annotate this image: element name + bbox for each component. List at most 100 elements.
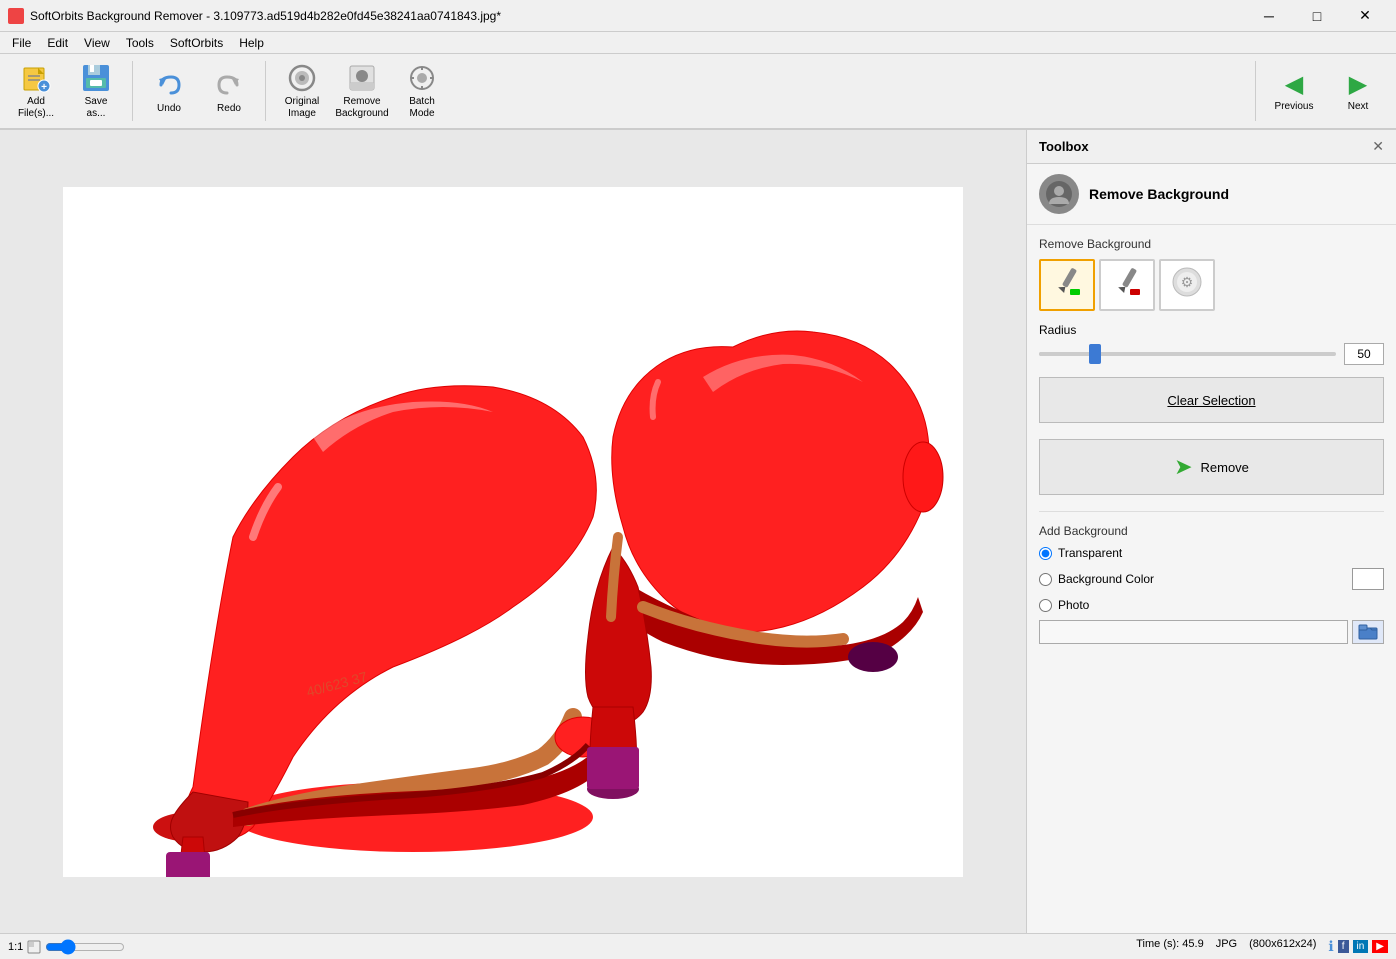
original-image-button[interactable]: OriginalImage	[274, 58, 330, 124]
undo-button[interactable]: Undo	[141, 58, 197, 124]
minimize-button[interactable]: ─	[1246, 0, 1292, 32]
remove-background-label: RemoveBackground	[335, 96, 388, 120]
save-as-label: Saveas...	[85, 96, 108, 120]
radius-slider-container	[1039, 344, 1336, 364]
toolbar: + AddFile(s)... Saveas... Undo	[0, 54, 1396, 130]
add-files-label: AddFile(s)...	[18, 96, 54, 120]
remove-bg-section-title: Remove Background	[1039, 237, 1384, 251]
youtube-icon[interactable]: ▶	[1372, 940, 1388, 953]
image-canvas: 40/623 37	[63, 187, 963, 877]
bg-color-radio[interactable]	[1039, 573, 1052, 586]
previous-icon: ◀	[1285, 70, 1303, 99]
batch-mode-button[interactable]: BatchMode	[394, 58, 450, 124]
remove-bg-header-icon	[1039, 174, 1079, 214]
toolbox-close-button[interactable]: ✕	[1372, 138, 1384, 155]
zoom-icon	[27, 940, 41, 954]
bgcolor-radio-row: Background Color	[1039, 568, 1384, 590]
status-info: Time (s): 45.9 JPG (800x612x24) ℹ f in ▶	[1136, 938, 1388, 955]
maximize-button[interactable]: □	[1294, 0, 1340, 32]
menu-edit[interactable]: Edit	[39, 34, 76, 52]
remove-tool-button[interactable]	[1099, 259, 1155, 311]
toolbox-panel: Toolbox ✕ Remove Background Remove Backg…	[1026, 130, 1396, 933]
remove-background-icon	[346, 62, 378, 94]
undo-label: Undo	[157, 103, 181, 114]
zoom-info: 1:1	[8, 940, 125, 954]
dimensions-label: (800x612x24)	[1249, 938, 1316, 955]
photo-browse-button[interactable]	[1352, 620, 1384, 644]
remove-button[interactable]: ➤ Remove	[1039, 439, 1384, 495]
menu-softorbits[interactable]: SoftOrbits	[162, 34, 231, 52]
bg-color-swatch[interactable]	[1352, 568, 1384, 590]
auto-tool-button[interactable]: ⚙	[1159, 259, 1215, 311]
keep-tool-button[interactable]	[1039, 259, 1095, 311]
add-files-button[interactable]: + AddFile(s)...	[8, 58, 64, 124]
transparent-radio[interactable]	[1039, 547, 1052, 560]
add-background-title: Add Background	[1039, 524, 1384, 538]
batch-mode-icon	[406, 62, 438, 94]
radius-row: 50	[1039, 343, 1384, 365]
main-area: 40/623 37	[0, 130, 1396, 933]
menu-bar: File Edit View Tools SoftOrbits Help	[0, 32, 1396, 54]
transparent-label[interactable]: Transparent	[1058, 546, 1122, 560]
time-label: Time (s): 45.9	[1136, 938, 1203, 955]
title-bar: SoftOrbits Background Remover - 3.109773…	[0, 0, 1396, 32]
remove-background-button[interactable]: RemoveBackground	[334, 58, 390, 124]
redo-icon	[213, 69, 245, 101]
add-files-icon: +	[20, 62, 52, 94]
tool-buttons-row: ⚙	[1039, 259, 1384, 311]
clear-selection-button[interactable]: Clear Selection	[1039, 377, 1384, 423]
original-image-icon	[286, 62, 318, 94]
linkedin-icon[interactable]: in	[1353, 940, 1369, 953]
toolbar-divider-1	[132, 61, 133, 121]
menu-tools[interactable]: Tools	[118, 34, 162, 52]
undo-icon	[153, 69, 185, 101]
radius-section: Radius 50	[1039, 323, 1384, 365]
canvas-area[interactable]: 40/623 37	[0, 130, 1026, 933]
photo-radio[interactable]	[1039, 599, 1052, 612]
menu-help[interactable]: Help	[231, 34, 272, 52]
toolbar-divider-2	[265, 61, 266, 121]
remove-tool-icon	[1108, 263, 1146, 307]
save-as-icon	[80, 62, 112, 94]
radius-slider-thumb[interactable]	[1089, 344, 1101, 364]
status-bar: 1:1 Time (s): 45.9 JPG (800x612x24) ℹ f …	[0, 933, 1396, 959]
status-icons: ℹ f in ▶	[1328, 938, 1388, 955]
original-image-label: OriginalImage	[285, 96, 319, 120]
close-button[interactable]: ✕	[1342, 0, 1388, 32]
next-label: Next	[1348, 101, 1369, 112]
toolbox-title: Toolbox	[1039, 139, 1089, 154]
info-icon[interactable]: ℹ	[1328, 938, 1333, 955]
keep-tool-icon	[1048, 263, 1086, 307]
redo-label: Redo	[217, 103, 241, 114]
save-as-button[interactable]: Saveas...	[68, 58, 124, 124]
batch-mode-label: BatchMode	[409, 96, 435, 120]
remove-bg-header: Remove Background	[1027, 164, 1396, 225]
previous-button[interactable]: ◀ Previous	[1264, 58, 1324, 124]
menu-view[interactable]: View	[76, 34, 118, 52]
bg-color-label[interactable]: Background Color	[1058, 572, 1154, 586]
remove-button-label: Remove	[1201, 460, 1249, 475]
menu-file[interactable]: File	[4, 34, 39, 52]
zoom-ratio: 1:1	[8, 941, 23, 953]
toolbox-header: Toolbox ✕	[1027, 130, 1396, 164]
transparent-radio-row: Transparent	[1039, 546, 1384, 560]
facebook-icon[interactable]: f	[1338, 940, 1349, 953]
remove-arrow-icon: ➤	[1174, 454, 1192, 480]
toolbox-content: Remove Background	[1027, 225, 1396, 656]
previous-label: Previous	[1275, 101, 1314, 112]
toolbar-nav: ◀ Previous ▶ Next	[1251, 58, 1388, 124]
add-background-section: Add Background Transparent Background Co…	[1039, 511, 1384, 644]
svg-text:⚙: ⚙	[1181, 274, 1194, 290]
auto-tool-icon: ⚙	[1168, 263, 1206, 307]
next-icon: ▶	[1349, 70, 1367, 99]
radius-value: 50	[1344, 343, 1384, 365]
format-label: JPG	[1216, 938, 1237, 955]
photo-path-input[interactable]	[1039, 620, 1348, 644]
redo-button[interactable]: Redo	[201, 58, 257, 124]
photo-label[interactable]: Photo	[1058, 598, 1089, 612]
remove-bg-title: Remove Background	[1089, 186, 1229, 202]
zoom-slider[interactable]	[45, 940, 125, 954]
next-button[interactable]: ▶ Next	[1328, 58, 1388, 124]
photo-path-row	[1039, 620, 1384, 644]
photo-radio-row: Photo	[1039, 598, 1384, 612]
